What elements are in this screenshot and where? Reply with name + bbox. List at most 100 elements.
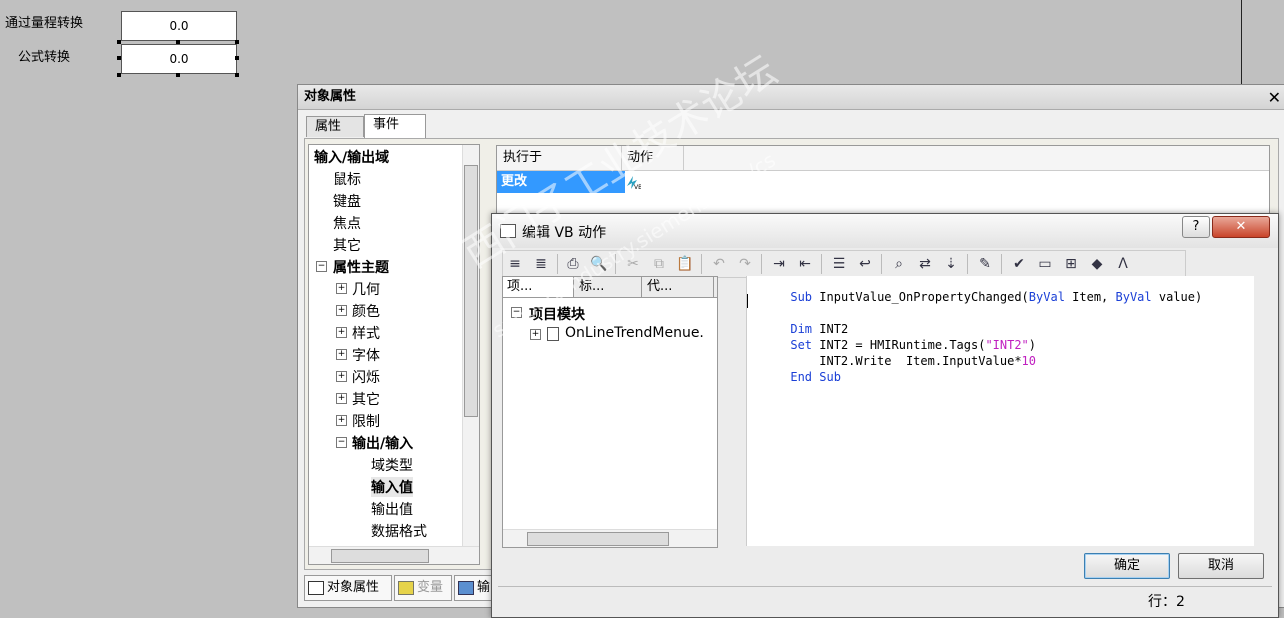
check-script-icon[interactable]: ✔ xyxy=(1009,254,1029,274)
tab-events[interactable]: 事件 xyxy=(364,114,426,138)
format-icon[interactable]: ≣ xyxy=(531,254,551,274)
collapse-icon[interactable]: − xyxy=(511,307,522,318)
expand-icon[interactable]: + xyxy=(336,327,347,338)
selection-handle[interactable] xyxy=(117,73,121,77)
selection-handle[interactable] xyxy=(176,73,180,77)
editor-toolbar: ≡ ≣ ⎙ 🔍 ✂ ⧉ 📋 ↶ ↷ ⇥ ⇤ ☰ ↩ ⌕ ⇄ ⇣ ✎ ✔ ▭ ⊞ … xyxy=(502,250,1186,278)
tree-root-project-modules[interactable]: 项目模块 xyxy=(529,304,585,324)
tree-item[interactable]: 键盘 xyxy=(333,191,361,211)
expand-icon[interactable]: + xyxy=(336,283,347,294)
project-horizontal-scrollbar[interactable] xyxy=(503,529,717,547)
column-header-trigger[interactable]: 执行于 xyxy=(497,146,622,170)
selection-handle[interactable] xyxy=(117,56,121,60)
tree-item[interactable]: 属性主题 xyxy=(333,257,389,277)
expand-icon[interactable]: + xyxy=(336,305,347,316)
replace-icon[interactable]: ⇄ xyxy=(915,254,935,274)
outdent-icon[interactable]: ⇤ xyxy=(795,254,815,274)
tree-item[interactable]: 输入/输出域 xyxy=(314,147,389,167)
comment-icon[interactable]: ☰ xyxy=(829,254,849,274)
close-icon[interactable]: ✕ xyxy=(1268,86,1281,110)
canvas-divider xyxy=(1241,0,1242,84)
compass-icon[interactable]: Λ xyxy=(1113,254,1133,274)
tree-item[interactable]: 其它 xyxy=(352,389,380,409)
help-button[interactable]: ? xyxy=(1182,216,1210,238)
column-header-action[interactable]: 动作 xyxy=(621,146,684,170)
tree-item[interactable]: 输出/输入 xyxy=(352,433,413,453)
redo-icon[interactable]: ↷ xyxy=(735,254,755,274)
tab-code[interactable]: 代... xyxy=(643,277,714,297)
print-icon[interactable]: ⎙ xyxy=(563,254,583,274)
tab-object-properties[interactable]: 对象属性 xyxy=(304,575,392,601)
add-folder-icon[interactable]: ⊞ xyxy=(1061,254,1081,274)
tree-item-selected[interactable]: 输入值 xyxy=(371,477,413,497)
tree-item[interactable]: 限制 xyxy=(352,411,380,431)
scroll-thumb[interactable] xyxy=(464,165,478,417)
indent-icon[interactable]: ⇥ xyxy=(769,254,789,274)
tree-item-module[interactable]: OnLineTrendMenue. xyxy=(565,325,704,341)
selection-handle[interactable] xyxy=(235,40,239,44)
selection-handle[interactable] xyxy=(176,40,180,44)
window-icon xyxy=(500,224,516,238)
io-field-range[interactable]: 0.0 xyxy=(121,11,237,41)
scroll-thumb[interactable] xyxy=(527,532,669,546)
tree-item[interactable]: 颜色 xyxy=(352,301,380,321)
tree-item[interactable]: 字体 xyxy=(352,345,380,365)
expand-icon[interactable]: + xyxy=(530,329,541,340)
tree-item[interactable]: 其它 xyxy=(333,235,361,255)
tree-vertical-scrollbar[interactable] xyxy=(462,145,479,546)
tree-item[interactable]: 几何 xyxy=(352,279,380,299)
label-formula-conversion: 公式转换 xyxy=(18,50,71,65)
undo-icon[interactable]: ↶ xyxy=(709,254,729,274)
collapse-icon[interactable]: − xyxy=(316,261,327,272)
code-token: ByVal xyxy=(1028,290,1065,304)
dialog-titlebar: 编辑 VB 动作 ? ✕ xyxy=(492,214,1278,248)
code-token: End xyxy=(790,370,813,384)
tab-variables[interactable]: 变量 xyxy=(394,575,452,601)
expand-icon[interactable]: + xyxy=(336,415,347,426)
event-row-change[interactable]: 更改 xyxy=(497,171,625,193)
vb-icon[interactable]: VB xyxy=(625,174,642,191)
uncomment-icon[interactable]: ↩ xyxy=(855,254,875,274)
folder-icon[interactable]: ▭ xyxy=(1035,254,1055,274)
print-preview-icon[interactable]: 🔍 xyxy=(589,254,609,274)
close-button[interactable]: ✕ xyxy=(1212,216,1270,238)
code-token: Item, xyxy=(1064,290,1116,304)
selection-handle[interactable] xyxy=(117,40,121,44)
tab-properties[interactable]: 属性 xyxy=(306,116,364,137)
tree-item[interactable]: 闪烁 xyxy=(352,367,380,387)
cancel-button[interactable]: 取消 xyxy=(1178,553,1264,579)
tab-label: 对象属性 xyxy=(327,580,380,595)
find-icon[interactable]: ⌕ xyxy=(889,254,909,274)
tree-item[interactable]: 输出值 xyxy=(371,499,413,519)
selection-handle[interactable] xyxy=(235,73,239,77)
object-properties-title: 对象属性 ✕ xyxy=(298,85,1284,110)
tree-horizontal-scrollbar[interactable] xyxy=(309,546,479,564)
ok-button[interactable]: 确定 xyxy=(1084,553,1170,579)
tab-tags[interactable]: 标... xyxy=(575,277,642,297)
svg-text:VB: VB xyxy=(634,184,641,190)
code-token: InputValue_OnPropertyChanged( xyxy=(812,290,1029,304)
collapse-icon[interactable]: − xyxy=(336,437,347,448)
expand-icon[interactable]: + xyxy=(336,349,347,360)
align-icon[interactable]: ≡ xyxy=(505,254,525,274)
toolbar-separator xyxy=(1001,254,1002,274)
tab-project[interactable]: 项... xyxy=(503,277,574,297)
expand-icon[interactable]: + xyxy=(336,393,347,404)
syntax-check-icon[interactable]: ✎ xyxy=(975,254,995,274)
tree-item[interactable]: 域类型 xyxy=(371,455,413,475)
tree-item[interactable]: 鼠标 xyxy=(333,169,361,189)
paste-icon[interactable]: 📋 xyxy=(675,254,695,274)
tree-item[interactable]: 数据格式 xyxy=(371,521,427,541)
copy-icon[interactable]: ⧉ xyxy=(649,254,669,274)
event-tree: 输入/输出域 鼠标 键盘 焦点 其它 − 属性主题 + 几何 + 颜色 + 样式… xyxy=(308,144,480,565)
code-editor[interactable]: Sub InputValue_OnPropertyChanged(ByVal I… xyxy=(746,276,1254,546)
goto-icon[interactable]: ⇣ xyxy=(941,254,961,274)
scroll-thumb[interactable] xyxy=(331,549,429,563)
io-field-formula[interactable]: 0.0 xyxy=(121,44,237,74)
tree-item[interactable]: 焦点 xyxy=(333,213,361,233)
object-icon[interactable]: ◆ xyxy=(1087,254,1107,274)
selection-handle[interactable] xyxy=(235,56,239,60)
expand-icon[interactable]: + xyxy=(336,371,347,382)
cut-icon[interactable]: ✂ xyxy=(623,254,643,274)
tree-item[interactable]: 样式 xyxy=(352,323,380,343)
